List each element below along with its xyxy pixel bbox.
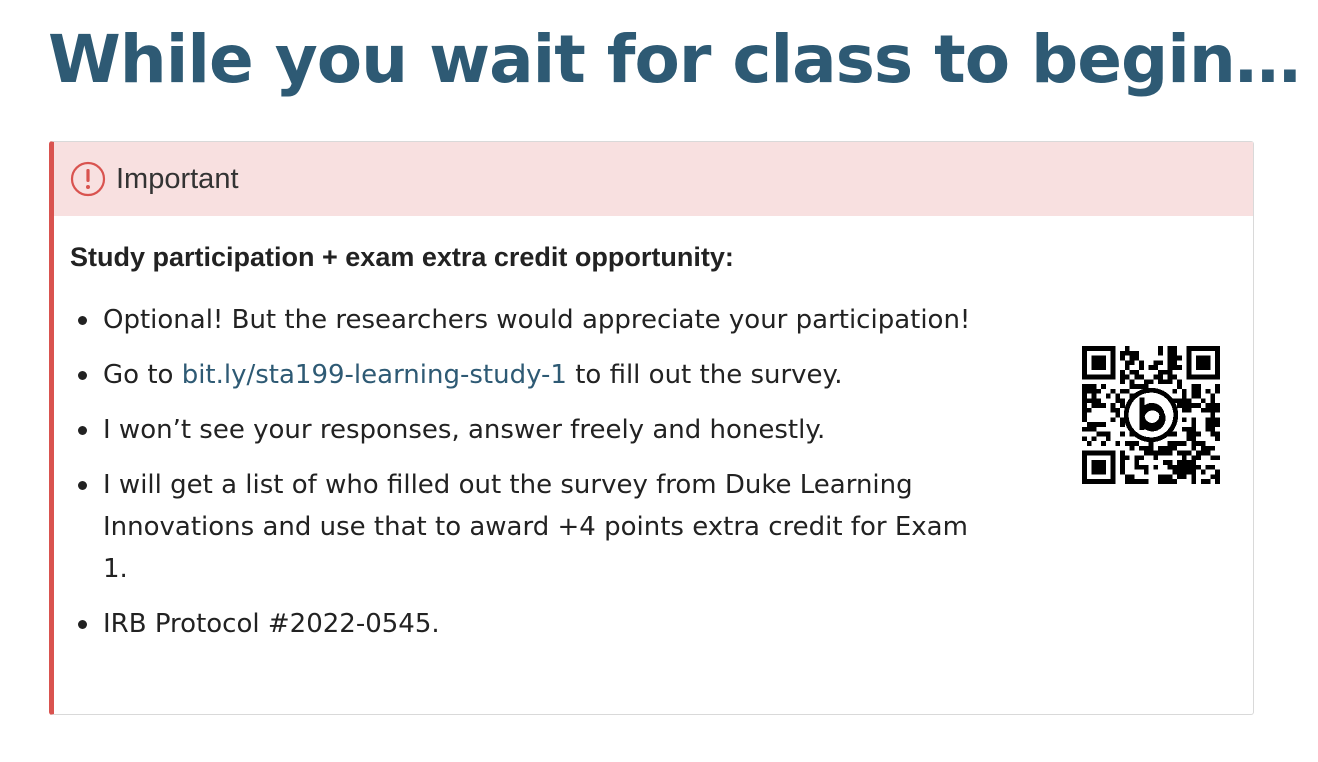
survey-text-suffix: to fill out the survey. bbox=[566, 360, 843, 390]
callout-header: Important bbox=[54, 142, 1253, 216]
list-item-survey-link: Go to bit.ly/sta199-learning-study-1 to … bbox=[70, 354, 980, 396]
callout-body: Study participation + exam extra credit … bbox=[54, 216, 1253, 645]
qr-code-icon[interactable] bbox=[1082, 346, 1220, 484]
list-item-extra-credit: I will get a list of who filled out the … bbox=[70, 464, 980, 590]
callout-title: Important bbox=[116, 162, 239, 195]
exclamation-circle-icon bbox=[70, 161, 106, 197]
survey-link[interactable]: bit.ly/sta199-learning-study-1 bbox=[182, 360, 567, 390]
list-item-optional: Optional! But the researchers would appr… bbox=[70, 299, 980, 341]
list-item-privacy: I won’t see your responses, answer freel… bbox=[70, 409, 980, 451]
bullet-list: Optional! But the researchers would appr… bbox=[70, 299, 980, 645]
survey-text-prefix: Go to bbox=[103, 360, 182, 390]
list-item-irb: IRB Protocol #2022-0545. bbox=[70, 603, 980, 645]
slide-title: While you wait for class to begin… bbox=[48, 21, 1301, 98]
important-callout: Important Study participation + exam ext… bbox=[49, 141, 1254, 715]
callout-heading: Study participation + exam extra credit … bbox=[70, 242, 734, 272]
